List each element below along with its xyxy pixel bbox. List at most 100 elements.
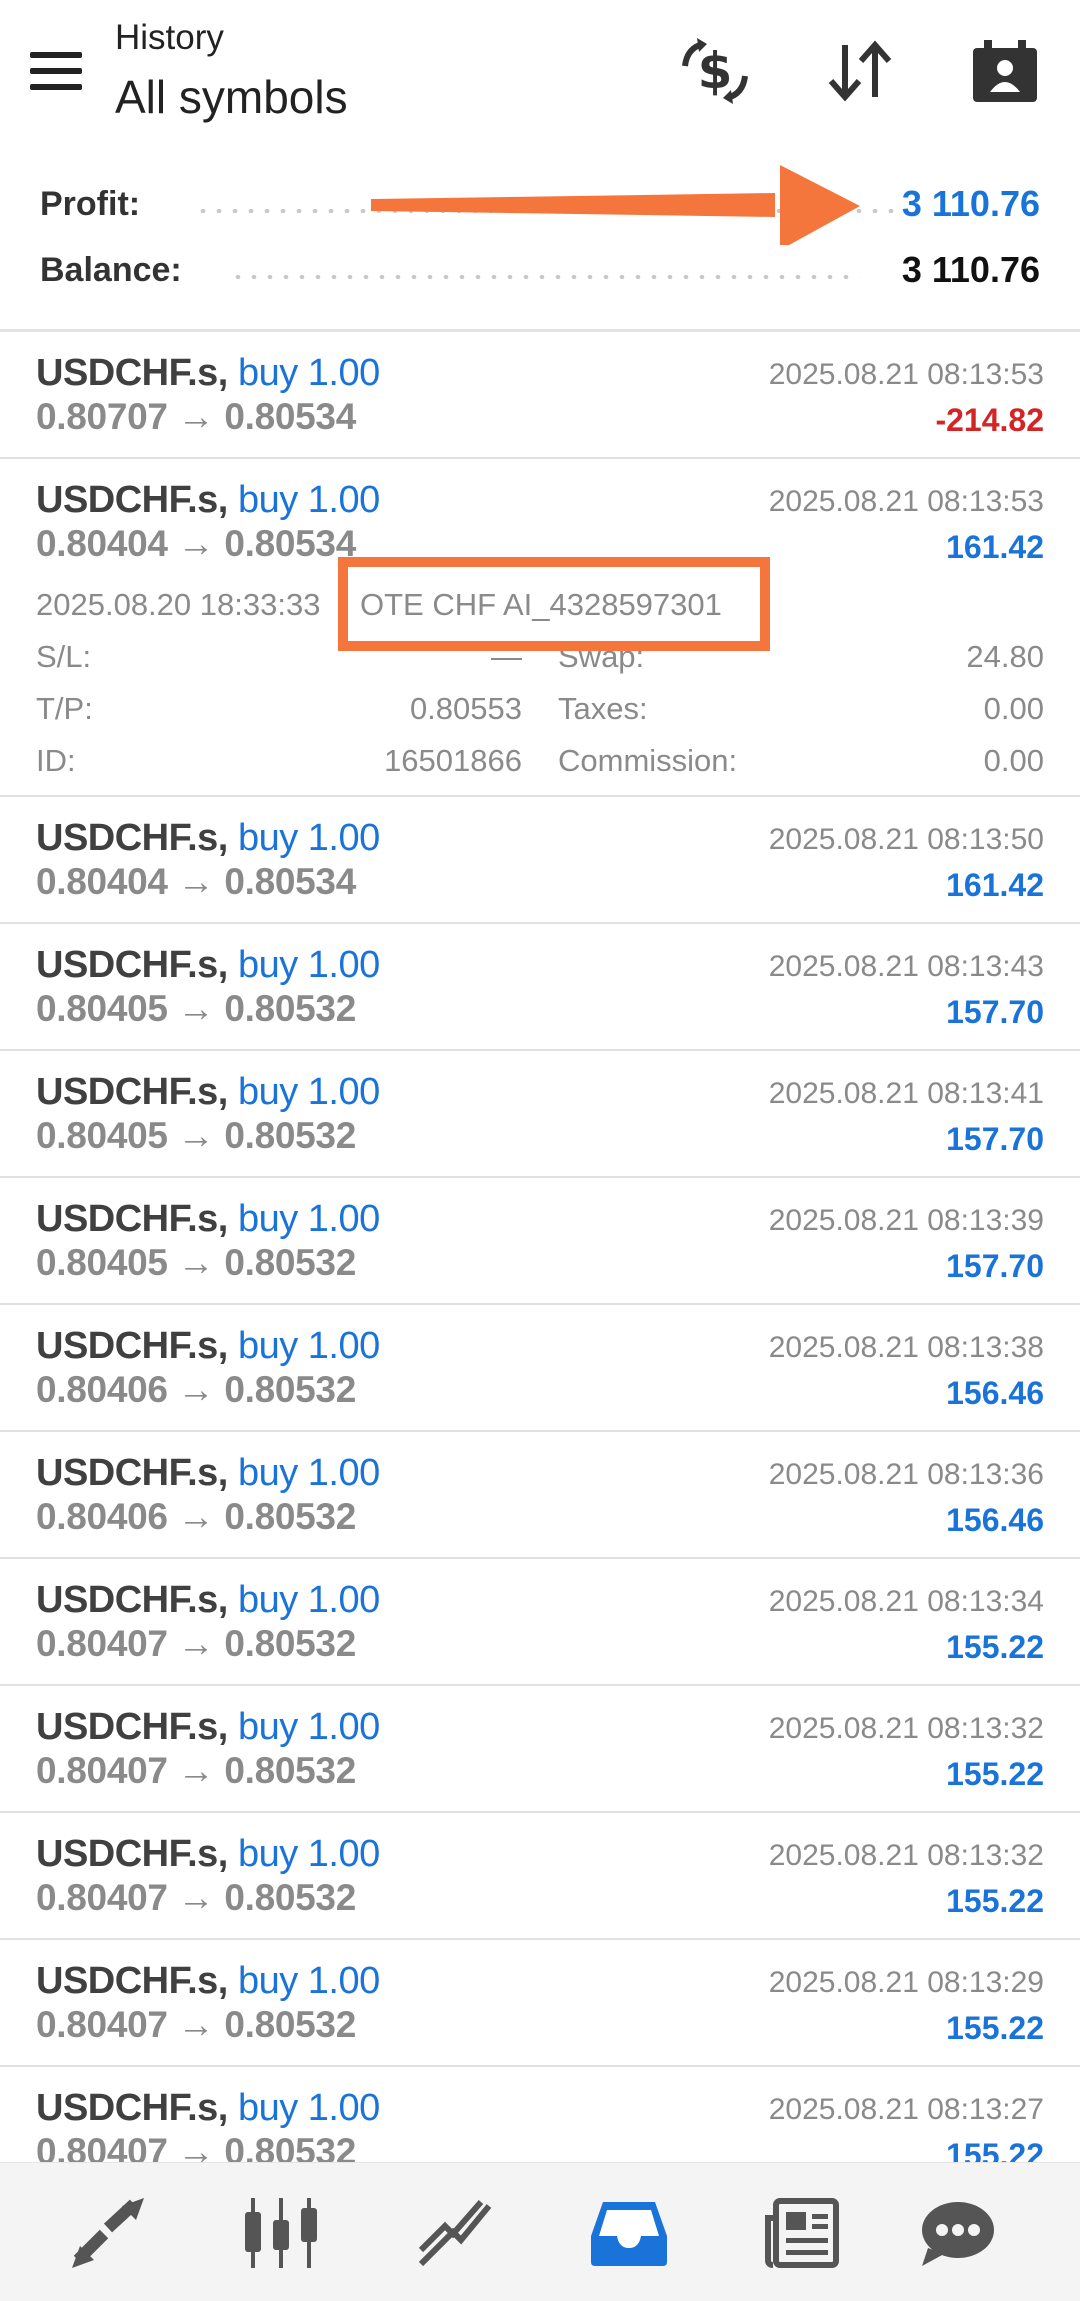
trade-row[interactable]: USDCHF.s, buy 1.00 0.80406 → 0.80532 2025.…	[0, 1432, 1080, 1559]
trade-prices: 0.80407 → 0.80532	[36, 1877, 356, 1919]
close-price: 0.80534	[224, 861, 356, 902]
trade-profit: 156.46	[946, 1502, 1044, 1538]
close-price: 0.80532	[224, 1369, 356, 1410]
arrow-right-icon: →	[177, 861, 215, 902]
trade-row[interactable]: USDCHF.s, buy 1.00 0.80407 → 0.80532 2025.…	[0, 1940, 1080, 2067]
header-subtitle: History	[115, 18, 224, 57]
quotes-icon[interactable]	[63, 2191, 153, 2275]
trade-prices: 0.80405 → 0.80532	[36, 988, 356, 1030]
currency-exchange-icon[interactable]: $	[675, 34, 755, 108]
trade-row[interactable]: USDCHF.s, buy 1.00 0.80405 → 0.80532 2025.…	[0, 1051, 1080, 1178]
trade-side: buy 1.00	[237, 352, 380, 394]
open-price: 0.80406	[36, 1369, 168, 1410]
trade-time: 2025.08.21 08:13:53	[768, 485, 1044, 518]
open-price: 0.80407	[36, 1750, 168, 1791]
id-value: 16501866	[384, 743, 522, 778]
menu-icon[interactable]	[30, 52, 82, 90]
close-price: 0.80532	[224, 1877, 356, 1918]
trade-row[interactable]: USDCHF.s, buy 1.00 0.80405 → 0.80532 2025.…	[0, 924, 1080, 1051]
messages-icon[interactable]	[912, 2191, 1002, 2275]
open-price: 0.80406	[36, 1496, 168, 1537]
arrow-right-icon: →	[177, 2131, 215, 2162]
symbol-text: USDCHF.s,	[36, 2087, 228, 2129]
trade-prices: 0.80406 → 0.80532	[36, 1496, 356, 1538]
close-price: 0.80532	[224, 1750, 356, 1791]
sort-icon[interactable]	[820, 34, 900, 108]
trade-prices: 0.80707 → 0.80534	[36, 396, 356, 438]
trade-symbol: USDCHF.s, buy 1.00	[36, 352, 380, 395]
news-icon[interactable]	[757, 2191, 847, 2275]
close-price: 0.80532	[224, 2131, 356, 2162]
trade-time: 2025.08.21 08:13:36	[768, 1458, 1044, 1491]
trade-profit: 161.42	[946, 867, 1044, 903]
open-price: 0.80405	[36, 1242, 168, 1283]
trade-row[interactable]: USDCHF.s, buy 1.00 0.80407 → 0.80532 2025.…	[0, 1559, 1080, 1686]
symbol-text: USDCHF.s,	[36, 1071, 228, 1113]
symbol-text: USDCHF.s,	[36, 352, 228, 394]
chart-icon[interactable]	[236, 2191, 326, 2275]
trade-symbol: USDCHF.s, buy 1.00	[36, 1706, 380, 1749]
trade-prices: 0.80407 → 0.80532	[36, 2004, 356, 2046]
symbol-text: USDCHF.s,	[36, 817, 228, 859]
calendar-icon[interactable]	[965, 34, 1045, 108]
trade-time: 2025.08.21 08:13:38	[768, 1331, 1044, 1364]
trade-row[interactable]: USDCHF.s, buy 1.00 0.80707 → 0.80534 2025.…	[0, 332, 1080, 459]
trade-profit: 155.22	[946, 1629, 1044, 1665]
trade-row[interactable]: USDCHF.s, buy 1.00 0.80407 → 0.80532 2025.…	[0, 1686, 1080, 1813]
trade-row[interactable]: USDCHF.s, buy 1.00 0.80407 → 0.80532 2025.…	[0, 2067, 1080, 2162]
trade-symbol: USDCHF.s, buy 1.00	[36, 944, 380, 987]
open-price: 0.80404	[36, 523, 168, 564]
symbol-text: USDCHF.s,	[36, 1833, 228, 1875]
close-price: 0.80532	[224, 1623, 356, 1664]
header-title[interactable]: All symbols	[115, 70, 348, 124]
id-label: ID:	[36, 743, 76, 778]
arrow-right-icon: →	[177, 1115, 215, 1156]
arrow-right-icon: →	[177, 1877, 215, 1918]
symbol-text: USDCHF.s,	[36, 1325, 228, 1367]
trade-row[interactable]: USDCHF.s, buy 1.00 0.80406 → 0.80532 2025.…	[0, 1305, 1080, 1432]
symbol-text: USDCHF.s,	[36, 944, 228, 986]
trade-symbol: USDCHF.s, buy 1.00	[36, 479, 380, 522]
trade-symbol: USDCHF.s, buy 1.00	[36, 1960, 380, 2003]
trade-time: 2025.08.21 08:13:43	[768, 950, 1044, 983]
trade-profit: 157.70	[946, 1248, 1044, 1284]
trade-symbol: USDCHF.s, buy 1.00	[36, 2087, 380, 2130]
trade-time: 2025.08.21 08:13:41	[768, 1077, 1044, 1110]
close-price: 0.80532	[224, 1242, 356, 1283]
trade-time: 2025.08.21 08:13:39	[768, 1204, 1044, 1237]
close-price: 0.80534	[224, 523, 356, 564]
trade-row[interactable]: USDCHF.s, buy 1.00 0.80404 → 0.80534 2025.…	[0, 797, 1080, 924]
close-price: 0.80532	[224, 1496, 356, 1537]
tp-label: T/P:	[36, 691, 93, 726]
trade-prices: 0.80406 → 0.80532	[36, 1369, 356, 1411]
annotation-arrow-icon	[371, 165, 860, 245]
trade-profit: 155.22	[946, 2137, 1044, 2162]
trade-icon[interactable]	[410, 2191, 500, 2275]
arrow-right-icon: →	[177, 1242, 215, 1283]
open-price: 0.80407	[36, 1623, 168, 1664]
trade-prices: 0.80407 → 0.80532	[36, 1623, 356, 1665]
trade-time: 2025.08.21 08:13:50	[768, 823, 1044, 856]
balance-label: Balance:	[40, 251, 182, 289]
symbol-text: USDCHF.s,	[36, 1706, 228, 1748]
trade-profit: 161.42	[946, 529, 1044, 565]
trade-side: buy 1.00	[237, 1325, 380, 1367]
commission-value: 0.00	[983, 743, 1044, 778]
trade-time: 2025.08.21 08:13:32	[768, 1712, 1044, 1745]
open-price: 0.80404	[36, 861, 168, 902]
trade-row[interactable]: USDCHF.s, buy 1.00 0.80405 → 0.80532 2025.…	[0, 1178, 1080, 1305]
trade-profit: 157.70	[946, 1121, 1044, 1157]
trade-profit: 155.22	[946, 2010, 1044, 2046]
trade-symbol: USDCHF.s, buy 1.00	[36, 1071, 380, 1114]
trade-row[interactable]: USDCHF.s, buy 1.00 0.80407 → 0.80532 2025.…	[0, 1813, 1080, 1940]
open-price: 0.80405	[36, 1115, 168, 1156]
taxes-label: Taxes:	[558, 691, 648, 726]
trade-side: buy 1.00	[237, 479, 380, 521]
trade-profit: 155.22	[946, 1756, 1044, 1792]
trade-time: 2025.08.21 08:13:34	[768, 1585, 1044, 1618]
history-icon[interactable]	[584, 2191, 674, 2275]
trade-symbol: USDCHF.s, buy 1.00	[36, 1452, 380, 1495]
trade-side: buy 1.00	[237, 1452, 380, 1494]
trade-prices: 0.80404 → 0.80534	[36, 861, 356, 903]
trade-prices: 0.80407 → 0.80532	[36, 2131, 356, 2162]
